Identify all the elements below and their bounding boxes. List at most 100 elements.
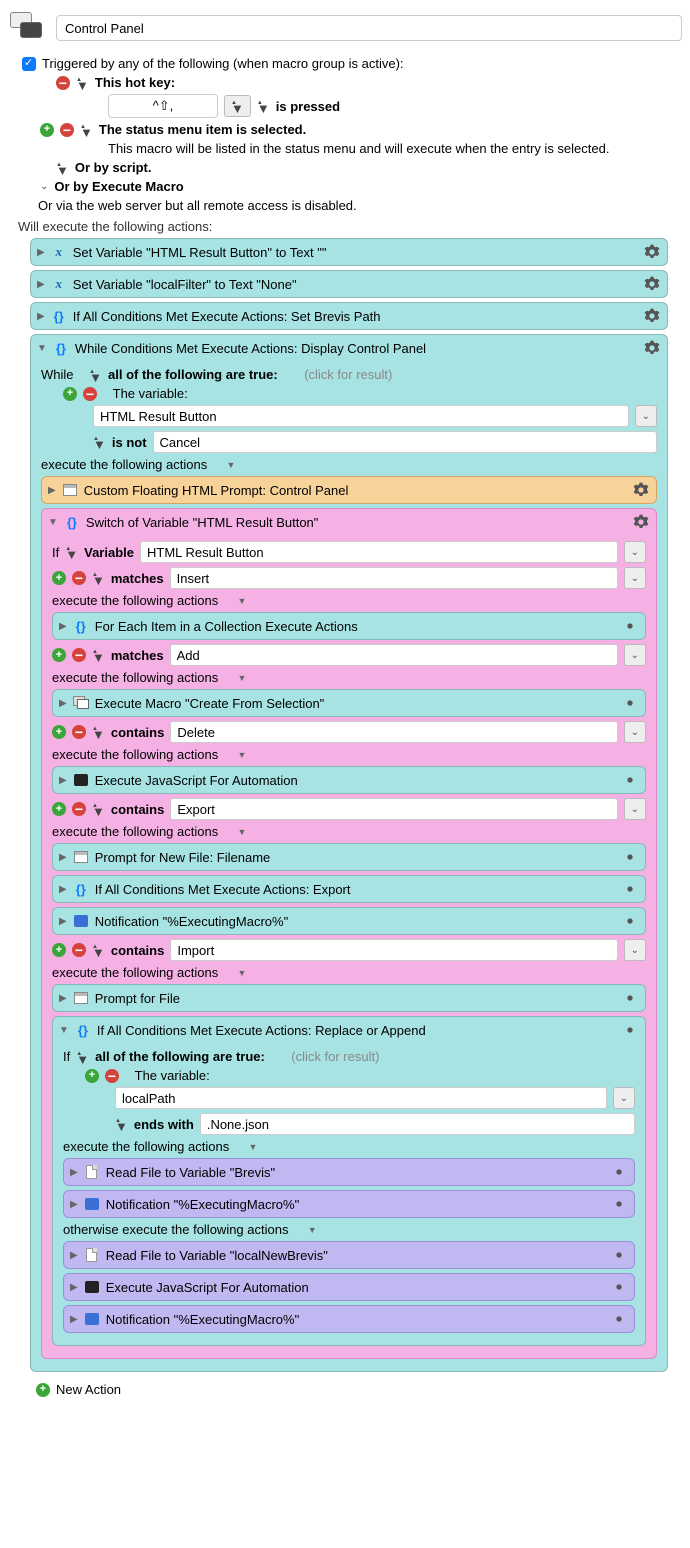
case-dropdown[interactable]: ⌄ — [624, 721, 646, 743]
sort-icon[interactable]: ▲▼ — [89, 370, 102, 380]
remove-case-button[interactable]: − — [72, 943, 86, 957]
click-for-result[interactable]: (click for result) — [291, 1049, 379, 1064]
gear-icon[interactable] — [610, 1246, 628, 1264]
disclosure-triangle[interactable]: ▶ — [59, 698, 67, 709]
disclosure-triangle[interactable]: ▼ — [37, 343, 47, 354]
remove-case-button[interactable]: − — [72, 725, 86, 739]
terminal-icon — [85, 1281, 99, 1293]
sort-icon[interactable]: ▲▼ — [257, 101, 270, 111]
braces-icon: {} — [53, 340, 69, 356]
disclosure-triangle[interactable]: ▶ — [37, 279, 45, 290]
remove-case-button[interactable]: − — [72, 802, 86, 816]
case-value-input[interactable] — [170, 644, 618, 666]
add-action-button[interactable]: + — [36, 1383, 50, 1397]
switch-variable-input[interactable] — [140, 541, 618, 563]
gear-icon[interactable] — [621, 694, 639, 712]
gear-icon[interactable] — [643, 243, 661, 261]
chevron-down-icon[interactable]: ⌄ — [40, 181, 48, 192]
remove-case-button[interactable]: − — [72, 648, 86, 662]
sort-icon[interactable]: ▲▼ — [92, 727, 105, 737]
remove-condition-button[interactable]: − — [83, 387, 97, 401]
compare-value-input[interactable] — [153, 431, 657, 453]
sort-icon[interactable]: ▲▼ — [93, 437, 106, 447]
add-condition-button[interactable]: + — [63, 387, 77, 401]
gear-icon[interactable] — [643, 307, 661, 325]
add-case-button[interactable]: + — [52, 725, 66, 739]
window-icon — [63, 484, 77, 496]
variable-dropdown[interactable]: ⌄ — [624, 541, 646, 563]
disclosure-triangle[interactable]: ▶ — [59, 775, 67, 786]
gear-icon[interactable] — [621, 848, 639, 866]
gear-icon[interactable] — [621, 1021, 639, 1039]
gear-icon[interactable] — [643, 275, 661, 293]
case-value-input[interactable] — [170, 939, 617, 961]
case-dropdown[interactable]: ⌄ — [624, 939, 646, 961]
gear-icon[interactable] — [621, 880, 639, 898]
gear-icon[interactable] — [621, 617, 639, 635]
remove-trigger-button[interactable]: − — [60, 123, 74, 137]
gear-icon[interactable] — [643, 339, 661, 357]
sort-icon[interactable]: ▲▼ — [92, 573, 105, 583]
sort-icon[interactable]: ▲▼ — [76, 1052, 89, 1062]
action-set-variable-2: ▶ x Set Variable "localFilter" to Text "… — [30, 270, 668, 298]
sort-icon[interactable]: ▲▼ — [56, 163, 69, 173]
gear-icon[interactable] — [621, 989, 639, 1007]
triggered-label: Triggered by any of the following (when … — [42, 56, 404, 71]
case-value-input[interactable] — [170, 567, 618, 589]
variable-dropdown[interactable]: ⌄ — [613, 1087, 635, 1109]
add-case-button[interactable]: + — [52, 571, 66, 585]
macro-title-input[interactable] — [56, 15, 682, 41]
gear-icon[interactable] — [610, 1310, 628, 1328]
case-dropdown[interactable]: ⌄ — [624, 644, 646, 666]
while-word: While — [41, 367, 74, 382]
hotkey-dropdown[interactable]: ▲▼ — [224, 95, 251, 117]
click-for-result[interactable]: (click for result) — [304, 367, 392, 382]
remove-case-button[interactable]: − — [72, 571, 86, 585]
action-title: If All Conditions Met Execute Actions: R… — [97, 1023, 426, 1038]
execute-actions-label: execute the following actions — [52, 747, 218, 762]
case-value-input[interactable] — [170, 721, 617, 743]
disclosure-triangle[interactable]: ▼ — [59, 1025, 69, 1036]
sort-icon[interactable]: ▲▼ — [92, 650, 105, 660]
hotkey-input[interactable]: ^⇧, — [108, 94, 218, 118]
compare-value-input[interactable] — [200, 1113, 635, 1135]
sort-icon[interactable]: ▲▼ — [80, 125, 93, 135]
triangle-down-icon[interactable]: ▼ — [226, 460, 235, 470]
add-case-button[interactable]: + — [52, 943, 66, 957]
gear-icon[interactable] — [621, 912, 639, 930]
disclosure-triangle[interactable]: ▶ — [59, 621, 67, 632]
variable-name-input[interactable] — [93, 405, 629, 427]
disclosure-triangle[interactable]: ▼ — [48, 517, 58, 528]
case-dropdown[interactable]: ⌄ — [624, 798, 646, 820]
case-dropdown[interactable]: ⌄ — [624, 567, 646, 589]
gear-icon[interactable] — [632, 481, 650, 499]
sort-icon[interactable]: ▲▼ — [92, 804, 105, 814]
add-trigger-button[interactable]: + — [40, 123, 54, 137]
variable-name-input[interactable] — [115, 1087, 607, 1109]
triangle-down-icon[interactable]: ▼ — [237, 596, 246, 606]
disclosure-triangle[interactable]: ▶ — [48, 485, 56, 496]
gear-icon[interactable] — [632, 513, 650, 531]
gear-icon[interactable] — [610, 1195, 628, 1213]
case-value-input[interactable] — [170, 798, 617, 820]
action-notification: ▶Notification "%ExecutingMacro%" — [52, 907, 646, 935]
disclosure-triangle[interactable]: ▶ — [37, 247, 45, 258]
remove-condition-button[interactable]: − — [105, 1069, 119, 1083]
action-title: Prompt for File — [95, 991, 180, 1006]
variable-dropdown[interactable]: ⌄ — [635, 405, 657, 427]
sort-icon[interactable]: ▲▼ — [115, 1119, 128, 1129]
gear-icon[interactable] — [610, 1278, 628, 1296]
sort-icon[interactable]: ▲▼ — [65, 547, 78, 557]
new-action-label[interactable]: New Action — [56, 1382, 121, 1397]
triggered-checkbox[interactable] — [22, 57, 36, 71]
case-op: contains — [111, 943, 164, 958]
sort-icon[interactable]: ▲▼ — [76, 78, 89, 88]
remove-trigger-button[interactable]: − — [56, 76, 70, 90]
add-condition-button[interactable]: + — [85, 1069, 99, 1083]
disclosure-triangle[interactable]: ▶ — [37, 311, 45, 322]
gear-icon[interactable] — [621, 771, 639, 789]
add-case-button[interactable]: + — [52, 802, 66, 816]
add-case-button[interactable]: + — [52, 648, 66, 662]
gear-icon[interactable] — [610, 1163, 628, 1181]
sort-icon[interactable]: ▲▼ — [92, 945, 105, 955]
